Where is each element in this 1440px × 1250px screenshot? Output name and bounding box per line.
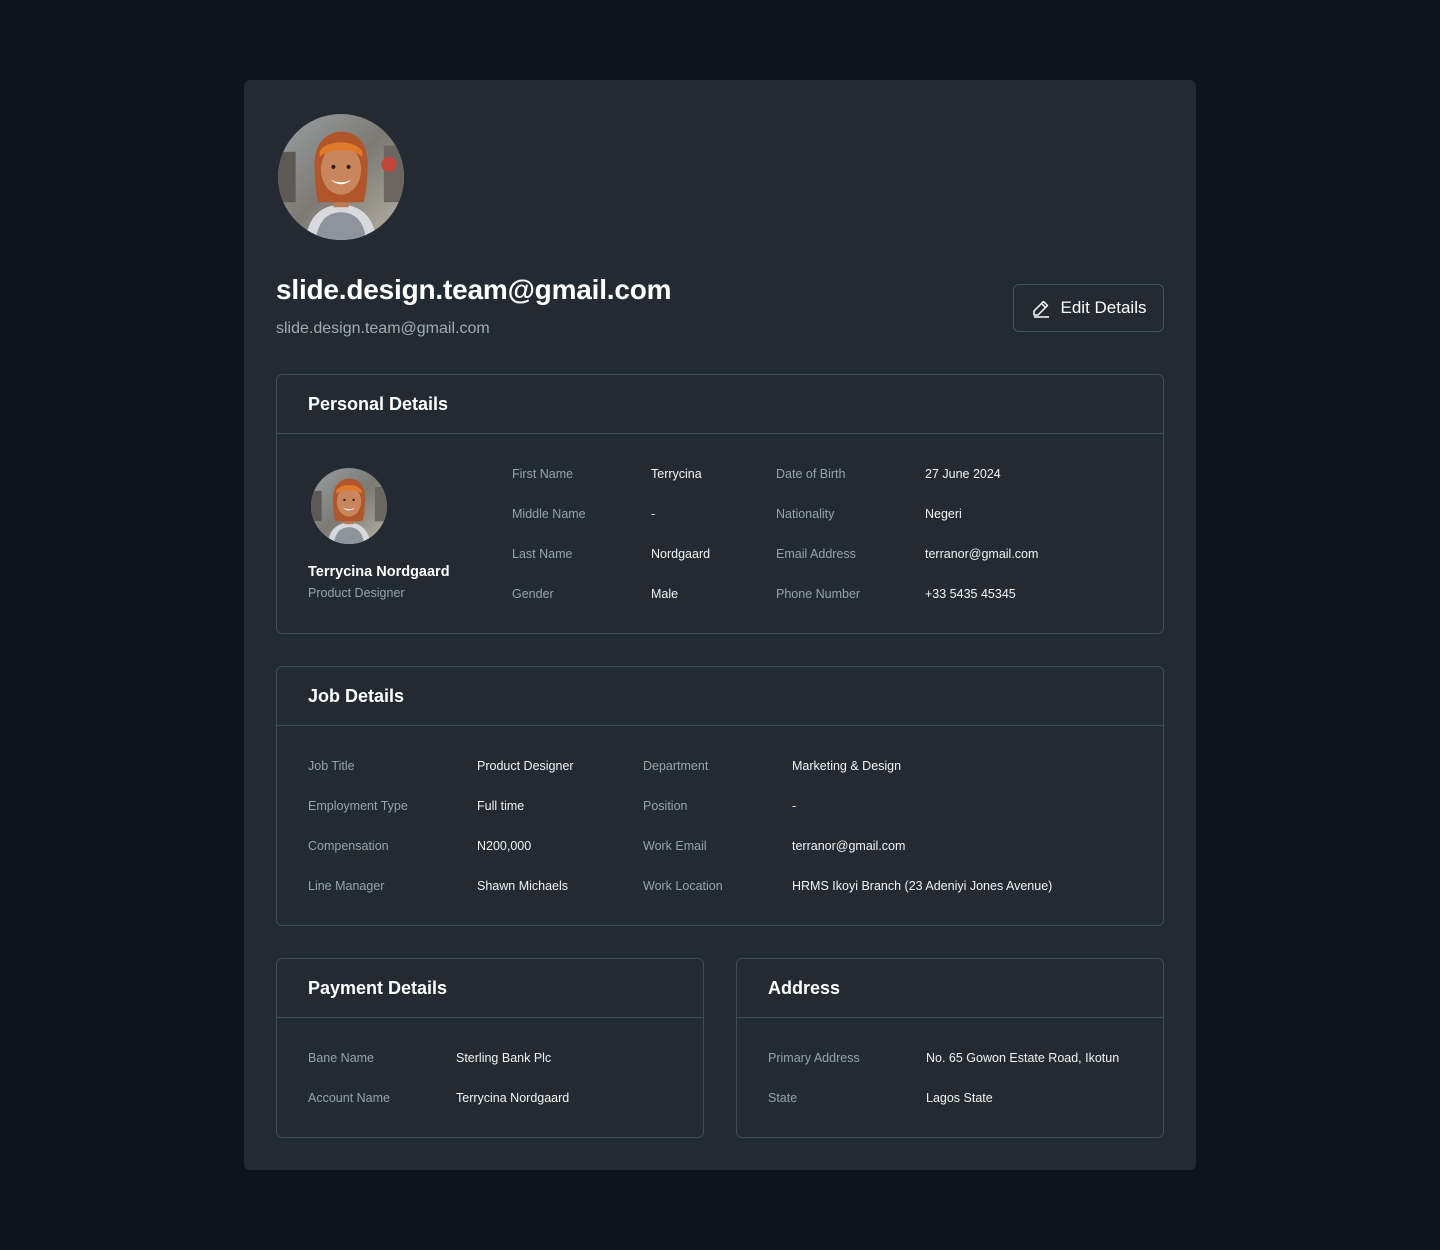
department-value: Marketing & Design xyxy=(792,759,902,773)
personal-avatar xyxy=(311,468,387,544)
primary-address-label: Primary Address xyxy=(768,1051,860,1065)
state-value: Lagos State xyxy=(926,1091,993,1105)
email-address-value: terranor@gmail.com xyxy=(925,547,1039,561)
edit-details-label: Edit Details xyxy=(1060,298,1147,317)
last-name-label: Last Name xyxy=(512,547,573,561)
middle-name-value: - xyxy=(651,507,656,521)
last-name-value: Nordgaard xyxy=(651,547,711,561)
pencil-edit-icon xyxy=(1031,298,1051,318)
work-email-value: terranor@gmail.com xyxy=(792,839,906,853)
position-label: Position xyxy=(643,799,688,813)
position-value: - xyxy=(792,799,797,813)
account-name-value: Terrycina Nordgaard xyxy=(456,1091,570,1105)
phone-number-label: Phone Number xyxy=(776,587,861,601)
dob-value: 27 June 2024 xyxy=(925,467,1001,481)
job-details-heading: Job Details xyxy=(277,667,1163,726)
bank-name-value: Sterling Bank Plc xyxy=(456,1051,552,1065)
dob-label: Date of Birth xyxy=(776,467,846,481)
employment-type-label: Employment Type xyxy=(308,799,408,813)
department-label: Department xyxy=(643,759,709,773)
avatar-photo-small-icon xyxy=(311,468,387,544)
profile-card: slide.design.team@gmail.com slide.design… xyxy=(244,80,1196,1170)
avatar-photo-icon xyxy=(278,114,404,240)
profile-title: slide.design.team@gmail.com xyxy=(276,274,672,305)
primary-address-value: No. 65 Gowon Estate Road, Ikotun xyxy=(926,1051,1120,1065)
first-name-value: Terrycina xyxy=(651,467,702,481)
address-section: Address Primary Address No. 65 Gowon Est… xyxy=(736,958,1164,1138)
work-email-label: Work Email xyxy=(643,839,707,853)
person-name: Terrycina Nordgaard xyxy=(308,564,450,580)
nationality-label: Nationality xyxy=(776,507,835,521)
personal-details-heading: Personal Details xyxy=(277,375,1163,434)
nationality-value: Negeri xyxy=(925,507,962,521)
job-details-section: Job Details Job Title Product Designer E… xyxy=(276,666,1164,926)
payment-details-section: Payment Details Bane Name Sterling Bank … xyxy=(276,958,704,1138)
profile-avatar xyxy=(278,114,404,240)
state-label: State xyxy=(768,1091,798,1105)
work-location-label: Work Location xyxy=(643,879,723,893)
line-manager-value: Shawn Michaels xyxy=(477,879,569,893)
address-heading: Address xyxy=(737,959,1163,1018)
person-role: Product Designer xyxy=(308,586,405,600)
work-location-value: HRMS Ikoyi Branch (23 Adeniyi Jones Aven… xyxy=(792,879,1053,893)
middle-name-label: Middle Name xyxy=(512,507,586,521)
payment-details-heading: Payment Details xyxy=(277,959,703,1018)
job-title-value: Product Designer xyxy=(477,759,574,773)
account-name-label: Account Name xyxy=(308,1091,390,1105)
gender-value: Male xyxy=(651,587,679,601)
compensation-value: N200,000 xyxy=(477,839,532,853)
first-name-label: First Name xyxy=(512,467,574,481)
personal-details-section: Personal Details Terrycina Nordgaard Pro… xyxy=(276,374,1164,634)
compensation-label: Compensation xyxy=(308,839,389,853)
profile-email: slide.design.team@gmail.com xyxy=(276,320,490,337)
gender-label: Gender xyxy=(512,587,554,601)
phone-number-value: +33 5435 45345 xyxy=(925,587,1016,601)
line-manager-label: Line Manager xyxy=(308,879,385,893)
email-address-label: Email Address xyxy=(776,547,856,561)
job-title-label: Job Title xyxy=(308,759,355,773)
edit-details-button[interactable]: Edit Details xyxy=(1013,284,1164,332)
employment-type-value: Full time xyxy=(477,799,525,813)
bank-name-label: Bane Name xyxy=(308,1051,375,1065)
